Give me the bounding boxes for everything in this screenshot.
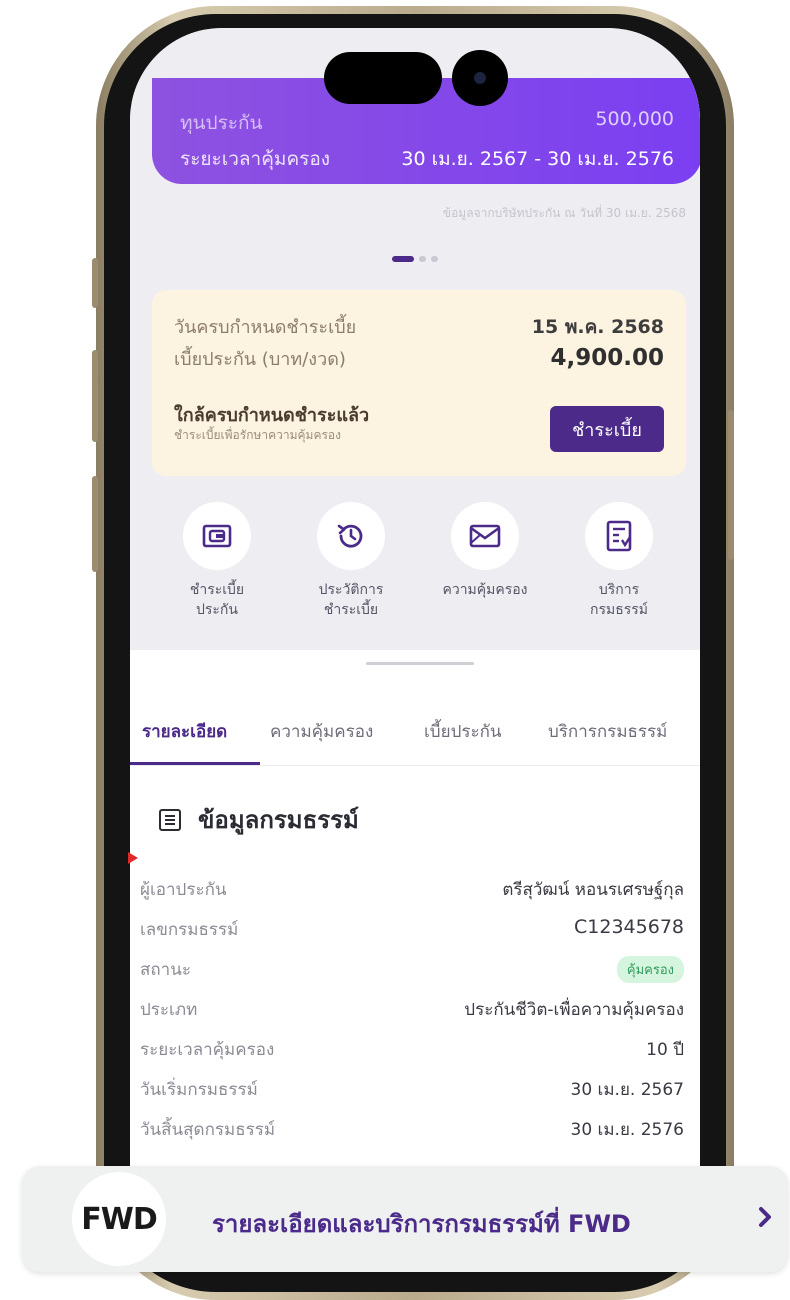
history-icon bbox=[337, 524, 363, 548]
quick-action-label: ชำระเบี้ย ประกัน bbox=[189, 582, 245, 618]
info-value: ตรีสุวัฒน์ หอนรเศรษฐ์กุล bbox=[502, 880, 684, 900]
info-value: ประกันชีวิต-เพื่อความคุ้มครอง bbox=[464, 1000, 684, 1020]
policy-info-header: ข้อมูลกรมธรรม์ bbox=[158, 800, 359, 839]
info-row-insured: ผู้เอาประกัน ตรีสุวัฒน์ หอนรเศรษฐ์กุล bbox=[140, 876, 684, 903]
banner-text: รายละเอียดและบริการกรมธรรม์ที่ FWD bbox=[212, 1210, 631, 1238]
tabs-divider bbox=[130, 765, 700, 766]
due-reminder-title: ใกล้ครบกำหนดชำระแล้ว bbox=[174, 405, 370, 426]
info-label: วันสิ้นสุดกรมธรรม์ bbox=[140, 1120, 276, 1140]
sum-insured-value: 500,000 bbox=[595, 108, 674, 130]
carousel-dot-1[interactable] bbox=[392, 256, 414, 262]
info-label: ระยะเวลาคุ้มครอง bbox=[140, 1040, 275, 1060]
info-value: C12345678 bbox=[574, 916, 684, 938]
coverage-period-value: 30 เม.ย. 2567 - 30 เม.ย. 2576 bbox=[401, 148, 674, 170]
quick-action-pay-premium[interactable]: ชำระเบี้ย ประกัน bbox=[152, 502, 282, 620]
sum-insured-row: ทุนประกัน 500,000 bbox=[180, 108, 674, 138]
due-date-row: วันครบกำหนดชำระเบี้ย 15 พ.ค. 2568 bbox=[174, 312, 664, 342]
tab-coverage[interactable]: ความคุ้มครอง bbox=[270, 718, 373, 745]
info-label: เลขกรมธรรม์ bbox=[140, 920, 239, 940]
pay-premium-button[interactable]: ชำระเบี้ย bbox=[550, 406, 664, 452]
quick-action-policy-service[interactable]: บริการ กรมธรรม์ bbox=[554, 502, 684, 620]
info-row-policy-number: เลขกรมธรรม์ C12345678 bbox=[140, 916, 684, 943]
info-row-start-date: วันเริ่มกรมธรรม์ 30 เม.ย. 2567 bbox=[140, 1076, 684, 1103]
due-date-value: 15 พ.ค. 2568 bbox=[531, 316, 664, 338]
sum-insured-label: ทุนประกัน bbox=[180, 112, 263, 134]
phone-screen: ทุนประกัน 500,000 ระยะเวลาคุ้มครอง 30 เม… bbox=[130, 28, 700, 1272]
wallet-icon bbox=[202, 524, 232, 548]
info-value: 30 เม.ย. 2576 bbox=[570, 1120, 685, 1140]
quick-action-coverage[interactable]: ความคุ้มครอง bbox=[420, 502, 550, 600]
info-label: ประเภท bbox=[140, 1000, 198, 1020]
quick-action-icon-circle[interactable] bbox=[451, 502, 519, 570]
sheet-drag-handle[interactable] bbox=[366, 662, 474, 665]
info-value: 30 เม.ย. 2567 bbox=[570, 1080, 685, 1100]
info-label: สถานะ bbox=[140, 960, 191, 980]
payment-due-card: วันครบกำหนดชำระเบี้ย 15 พ.ค. 2568 เบี้ยป… bbox=[152, 290, 686, 476]
coverage-period-label: ระยะเวลาคุ้มครอง bbox=[180, 148, 331, 170]
quick-action-label: ความคุ้มครอง bbox=[442, 582, 528, 598]
coverage-period-row: ระยะเวลาคุ้มครอง 30 เม.ย. 2567 - 30 เม.ย… bbox=[180, 144, 674, 174]
list-icon bbox=[159, 808, 181, 831]
policy-tabs: รายละเอียด ความคุ้มครอง เบี้ยประกัน บริก… bbox=[130, 710, 700, 766]
volume-button-up bbox=[92, 258, 98, 308]
mail-icon bbox=[469, 524, 501, 548]
quick-action-icon-circle[interactable] bbox=[585, 502, 653, 570]
info-label: วันเริ่มกรมธรรม์ bbox=[140, 1080, 258, 1100]
quick-action-icon-circle[interactable] bbox=[317, 502, 385, 570]
fwd-logo: FWD bbox=[72, 1172, 166, 1266]
info-value: 10 ปี bbox=[646, 1040, 684, 1060]
pointer-marker bbox=[128, 852, 138, 864]
camera-lens bbox=[452, 50, 508, 106]
info-row-end-date: วันสิ้นสุดกรมธรรม์ 30 เม.ย. 2576 bbox=[140, 1116, 684, 1143]
data-source-note: ข้อมูลจากบริษัทประกัน ณ วันที่ 30 เม.ย. … bbox=[442, 206, 686, 220]
power-button bbox=[728, 410, 734, 560]
quick-action-label: บริการ กรมธรรม์ bbox=[589, 582, 649, 618]
volume-button-extra bbox=[92, 476, 98, 572]
policy-info-title: ข้อมูลกรมธรรม์ bbox=[198, 806, 359, 834]
document-icon bbox=[606, 520, 632, 552]
carousel-dot-3[interactable] bbox=[431, 256, 438, 262]
premium-label: เบี้ยประกัน (บาท/งวด) bbox=[174, 349, 346, 370]
status-badge: คุ้มครอง bbox=[616, 956, 684, 983]
carousel-indicator[interactable] bbox=[392, 256, 438, 262]
tab-premium[interactable]: เบี้ยประกัน bbox=[424, 718, 502, 745]
dynamic-island bbox=[324, 52, 442, 104]
premium-value: 4,900.00 bbox=[550, 345, 665, 371]
due-reminder-subtitle: ชำระเบี้ยเพื่อรักษาความคุ้มครอง bbox=[174, 428, 341, 442]
carousel-dot-2[interactable] bbox=[419, 256, 426, 262]
tab-details[interactable]: รายละเอียด bbox=[142, 718, 227, 745]
quick-action-label: ประวัติการ ชำระเบี้ย bbox=[318, 582, 384, 618]
info-row-status: สถานะ คุ้มครอง bbox=[140, 956, 684, 983]
premium-row: เบี้ยประกัน (บาท/งวด) 4,900.00 bbox=[174, 344, 664, 373]
fwd-logo-text: FWD bbox=[81, 1201, 157, 1237]
quick-action-payment-history[interactable]: ประวัติการ ชำระเบี้ย bbox=[286, 502, 416, 620]
fwd-policy-banner[interactable]: FWD รายละเอียดและบริการกรมธรรม์ที่ FWD bbox=[22, 1166, 788, 1272]
quick-action-icon-circle[interactable] bbox=[183, 502, 251, 570]
volume-button-down bbox=[92, 350, 98, 442]
tab-policy-service[interactable]: บริการกรมธรรม์ bbox=[548, 718, 667, 745]
chevron-right-icon[interactable] bbox=[758, 1206, 772, 1228]
info-label: ผู้เอาประกัน bbox=[140, 880, 227, 900]
due-date-label: วันครบกำหนดชำระเบี้ย bbox=[174, 317, 357, 338]
info-row-coverage-period: ระยะเวลาคุ้มครอง 10 ปี bbox=[140, 1036, 684, 1063]
info-row-type: ประเภท ประกันชีวิต-เพื่อความคุ้มครอง bbox=[140, 996, 684, 1023]
